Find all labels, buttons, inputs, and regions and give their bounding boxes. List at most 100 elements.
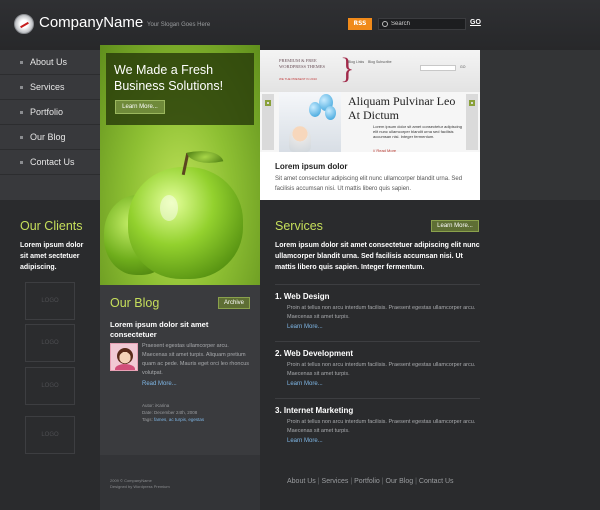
right-panel-background bbox=[480, 50, 600, 200]
post-title[interactable]: Lorem ipsum dolor sit amet consectetuer bbox=[110, 320, 250, 340]
author-avatar bbox=[110, 343, 138, 371]
balloons-image bbox=[279, 92, 341, 152]
service-learn-more-link[interactable]: Learn More... bbox=[287, 381, 323, 387]
hero-title: We Made a Fresh Business Solutions! bbox=[114, 63, 224, 93]
child-figure bbox=[289, 126, 311, 152]
footer-nav: About Us | Services | Portfolio | Our Bl… bbox=[287, 478, 454, 485]
client-logo[interactable]: LOGO bbox=[25, 282, 75, 320]
footer-link-our-blog[interactable]: Our Blog bbox=[386, 478, 414, 485]
leaf-icon bbox=[186, 145, 224, 169]
company-name[interactable]: CompanyName bbox=[39, 14, 143, 31]
bullet-icon bbox=[20, 161, 23, 164]
rss-button[interactable]: RSS bbox=[348, 18, 372, 30]
tag-link[interactable]: ac turpis bbox=[169, 417, 186, 422]
services-learn-more-button[interactable]: Learn More... bbox=[431, 220, 479, 232]
service-item-internet-marketing: 3. Internet Marketing Proin at tellus no… bbox=[275, 406, 480, 456]
service-title: 1. Web Design bbox=[275, 292, 330, 301]
nav-label: Portfolio bbox=[30, 107, 64, 117]
mini-go-button[interactable]: GO bbox=[460, 65, 465, 69]
theme-preview-slide: Aliquam Pulvinar Leo At Dictum Lorem ips… bbox=[260, 92, 480, 153]
archive-button[interactable]: Archive bbox=[218, 297, 250, 309]
tag-link[interactable]: egestas bbox=[188, 417, 204, 422]
mini-nav-1[interactable]: Blog Links bbox=[348, 59, 364, 65]
arrow-right-icon bbox=[469, 100, 475, 106]
hero-banner: We Made a Fresh Business Solutions! Lear… bbox=[100, 45, 260, 285]
search-icon bbox=[382, 21, 388, 27]
apple-image bbox=[128, 167, 243, 279]
post-read-more-link[interactable]: Read More... bbox=[142, 381, 177, 387]
bullet-icon bbox=[20, 86, 23, 89]
copyright-text: 2009 © CompanyName Designed by Wordpress… bbox=[110, 478, 250, 490]
nav-item-our-blog[interactable]: Our Blog bbox=[0, 125, 100, 150]
client-logo[interactable]: LOGO bbox=[25, 324, 75, 362]
premium-themes-subtitle: WE THE PRESENT IN 2010 bbox=[279, 77, 317, 81]
service-title: 3. Internet Marketing bbox=[275, 406, 354, 415]
slogan: Your Slogan Goes Here bbox=[147, 22, 211, 28]
nav-label: Our Blog bbox=[30, 132, 66, 142]
tags-label: Tags: bbox=[142, 417, 153, 422]
nav-label: Contact Us bbox=[30, 157, 75, 167]
slide-read-more-link[interactable]: // Read More bbox=[373, 148, 396, 153]
footer-separator: | bbox=[415, 478, 417, 485]
service-text: Proin at tellus non arcu interdum facili… bbox=[287, 305, 476, 320]
footer-link-portfolio[interactable]: Portfolio bbox=[354, 478, 380, 485]
nav-item-about-us[interactable]: About Us bbox=[0, 50, 100, 75]
post-author: Autor: iKarina bbox=[142, 403, 170, 408]
hero-learn-more-button[interactable]: Learn More... bbox=[115, 100, 165, 114]
slide-next-button[interactable] bbox=[466, 94, 478, 150]
go-button[interactable]: GO bbox=[470, 19, 481, 26]
footer-link-contact-us[interactable]: Contact Us bbox=[419, 478, 454, 485]
arrow-left-icon bbox=[265, 100, 271, 106]
nav-item-contact-us[interactable]: Contact Us bbox=[0, 150, 100, 175]
footer-link-services[interactable]: Services bbox=[322, 478, 349, 485]
service-text: Proin at tellus non arcu interdum facili… bbox=[287, 419, 476, 434]
balloon-shape bbox=[309, 102, 321, 117]
footer-separator: | bbox=[381, 478, 384, 485]
designer-credit: Designed by Wordpress Premium bbox=[110, 484, 170, 489]
nav-label: About Us bbox=[30, 57, 68, 67]
bullet-icon bbox=[20, 136, 23, 139]
nav-item-portfolio[interactable]: Portfolio bbox=[0, 100, 100, 125]
slide-text: Lorem ipsum dolor sit amet consectetur a… bbox=[373, 124, 462, 139]
slide-title: Aliquam Pulvinar Leo At Dictum bbox=[348, 94, 456, 122]
search-box bbox=[378, 18, 466, 30]
service-text: Proin at tellus non arcu interdum facili… bbox=[287, 362, 476, 377]
main-nav: About Us Services Portfolio Our Blog Con… bbox=[0, 50, 100, 200]
service-learn-more-link[interactable]: Learn More... bbox=[287, 324, 323, 330]
logo-clock-icon[interactable] bbox=[14, 14, 34, 34]
service-learn-more-link[interactable]: Learn More... bbox=[287, 438, 323, 444]
nav-item-services[interactable]: Services bbox=[0, 75, 100, 100]
featured-theme-panel: PREMIUM & FREE WORDPRESS THEMES WE THE P… bbox=[260, 50, 480, 200]
copyright-area: 2009 © CompanyName Designed by Wordpress… bbox=[100, 455, 260, 510]
header: CompanyName Your Slogan Goes Here RSS GO bbox=[0, 0, 600, 50]
blog-section: Our Blog Archive Lorem ipsum dolor sit a… bbox=[100, 285, 260, 455]
divider bbox=[275, 341, 480, 342]
search-input[interactable] bbox=[391, 19, 463, 29]
service-item-web-development: 2. Web Development Proin at tellus non a… bbox=[275, 349, 480, 399]
services-title: Services bbox=[275, 219, 323, 233]
service-item-web-design: 1. Web Design Proin at tellus non arcu i… bbox=[275, 292, 480, 342]
feature-text: Sit amet consectetur adipiscing elit nun… bbox=[275, 176, 463, 192]
post-meta: Autor: iKarina Date: December 24th, 2008… bbox=[142, 402, 254, 423]
client-logo[interactable]: LOGO bbox=[25, 367, 75, 405]
footer-link-about-us[interactable]: About Us bbox=[287, 478, 316, 485]
slide-prev-button[interactable] bbox=[262, 94, 274, 150]
hero-caption: We Made a Fresh Business Solutions! Lear… bbox=[106, 53, 254, 125]
theme-preview-header: PREMIUM & FREE WORDPRESS THEMES WE THE P… bbox=[260, 50, 480, 92]
post-date: Date: December 24th, 2008 bbox=[142, 410, 198, 415]
footer-separator: | bbox=[317, 478, 320, 485]
brace-logo-icon: } bbox=[340, 52, 355, 85]
apple-highlight bbox=[160, 195, 178, 221]
post-excerpt: Praesent egestas ullamcorper arcu. Maece… bbox=[142, 343, 250, 376]
blog-title: Our Blog bbox=[110, 296, 160, 310]
tag-link[interactable]: fames bbox=[154, 417, 166, 422]
mini-nav-2[interactable]: Blog Subscribe bbox=[368, 59, 392, 65]
feature-title: Lorem ipsum dolor bbox=[275, 162, 348, 171]
bullet-icon bbox=[20, 61, 23, 64]
mini-search-input[interactable] bbox=[420, 65, 456, 71]
nav-label: Services bbox=[30, 82, 65, 92]
bullet-icon bbox=[20, 111, 23, 114]
divider bbox=[275, 398, 480, 399]
client-logo[interactable]: LOGO bbox=[25, 416, 75, 454]
service-title: 2. Web Development bbox=[275, 349, 354, 358]
